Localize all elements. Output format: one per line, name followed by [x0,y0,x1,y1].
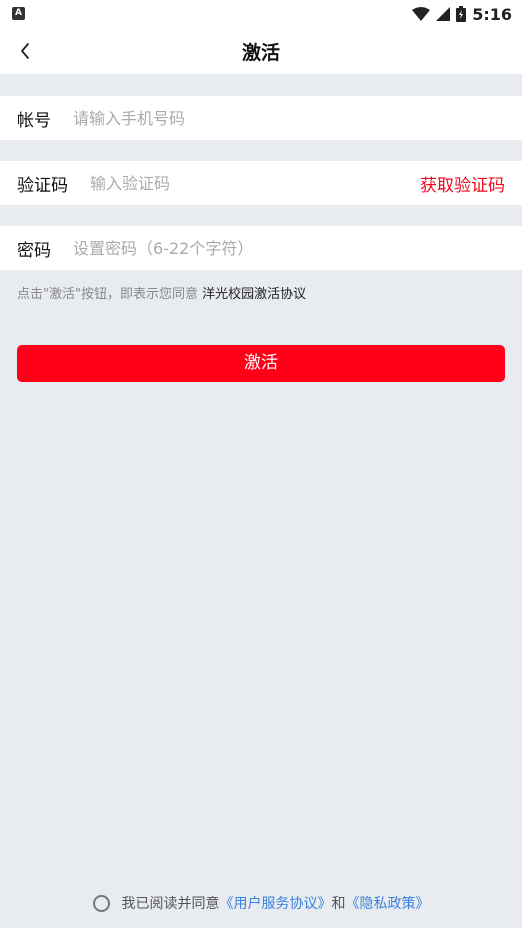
get-code-button[interactable]: 获取验证码 [420,171,505,196]
status-bar: A 5:16 [0,0,522,28]
activate-button[interactable]: 激活 [17,345,505,382]
code-row: 验证码 获取验证码 [0,161,522,205]
agreement-note: 点击"激活"按钮，即表示您同意 洋光校园激活协议 [17,283,306,302]
battery-icon [456,6,467,22]
header: 激活 [0,28,522,74]
bottom-agreement: 我已阅读并同意 《用户服务协议》 和 《隐私政策》 [0,893,522,913]
page-title: 激活 [241,42,280,64]
agree-prefix: 我已阅读并同意 [121,896,220,912]
user-agreement-link[interactable]: 《用户服务协议》 [220,893,332,913]
activation-agreement-link[interactable]: 洋光校园激活协议 [202,287,306,302]
password-label: 密码 [17,240,51,261]
agree-radio[interactable] [92,894,110,912]
agree-conjunction: 和 [331,896,346,912]
status-icons: 5:16 [412,4,512,24]
status-time: 5:16 [472,4,512,24]
signal-icon [436,7,451,21]
wifi-icon [412,7,431,21]
notification-icon: A [12,7,25,20]
account-label: 帐号 [17,110,51,131]
account-row: 帐号 [0,96,522,140]
account-input[interactable] [73,103,522,133]
password-row: 密码 [0,226,522,270]
code-input[interactable] [90,168,420,198]
agreement-note-text: 点击"激活"按钮，即表示您同意 [17,287,203,302]
code-label: 验证码 [17,175,68,196]
privacy-policy-link[interactable]: 《隐私政策》 [346,893,430,913]
password-input[interactable] [73,233,522,263]
